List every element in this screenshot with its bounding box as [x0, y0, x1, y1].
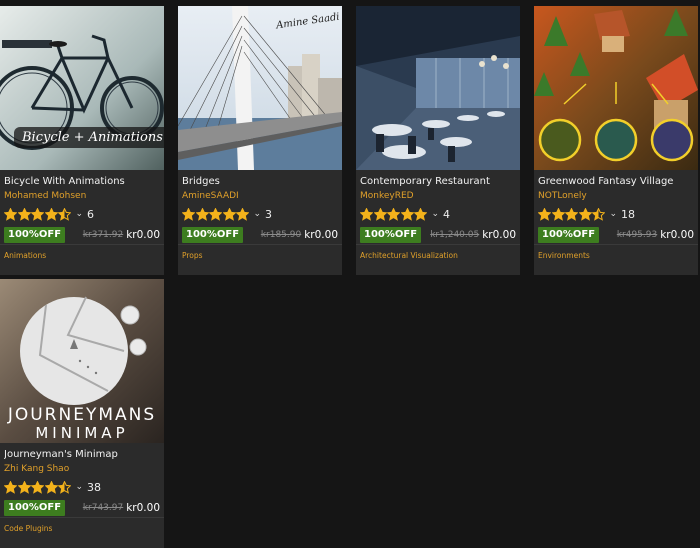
star-icon — [4, 207, 17, 221]
product-card[interactable]: Bicycle + Animations Bicycle With Animat… — [0, 6, 164, 275]
product-card[interactable]: Greenwood Fantasy Village NOTLonely ⌄ 18… — [534, 6, 698, 275]
product-title[interactable]: Greenwood Fantasy Village — [538, 176, 694, 187]
product-thumbnail[interactable]: Bicycle + Animations — [0, 6, 164, 170]
category-link[interactable]: Architectural Visualization — [360, 251, 458, 260]
product-author[interactable]: NOTLonely — [538, 191, 694, 201]
star-icon — [44, 207, 58, 221]
sale-price: kr0.00 — [126, 228, 160, 241]
product-card[interactable]: JOURNEYMANS MINIMAP Journeyman's Minimap… — [0, 279, 164, 548]
star-icon — [31, 207, 44, 221]
discount-badge: 100%OFF — [4, 499, 66, 516]
divider — [534, 244, 698, 245]
discount-badge: 100%OFF — [538, 226, 600, 243]
category-link[interactable]: Code Plugins — [4, 524, 52, 533]
star-icon — [182, 207, 195, 221]
sale-price: kr0.00 — [482, 228, 516, 241]
category-link[interactable]: Props — [182, 251, 203, 260]
discount-badge: 100%OFF — [182, 226, 244, 243]
divider — [178, 244, 342, 245]
rating[interactable]: ⌄ 4 — [360, 207, 516, 221]
star-icon — [44, 480, 58, 494]
rating-count: 3 — [265, 207, 273, 221]
rating-count: 38 — [87, 480, 102, 494]
rating-count: 4 — [443, 207, 451, 221]
product-title[interactable]: Bicycle With Animations — [4, 176, 160, 187]
original-price: kr1,240.05 — [430, 229, 480, 240]
product-thumbnail[interactable] — [356, 6, 520, 170]
star-icon — [4, 480, 17, 494]
original-price: kr495.93 — [616, 229, 658, 240]
star-icon — [592, 207, 605, 221]
star-icon — [195, 207, 209, 221]
product-author[interactable]: Mohamed Mohsen — [4, 191, 160, 201]
star-icon — [565, 207, 578, 221]
product-thumbnail[interactable]: Amine Saadi — [178, 6, 342, 170]
sale-price: kr0.00 — [660, 228, 694, 241]
product-thumbnail[interactable] — [534, 6, 698, 170]
chevron-down-icon[interactable]: ⌄ — [76, 482, 84, 492]
star-icon — [373, 207, 387, 221]
chevron-down-icon[interactable]: ⌄ — [76, 209, 84, 219]
star-icon — [236, 207, 249, 221]
divider — [0, 244, 164, 245]
chevron-down-icon[interactable]: ⌄ — [432, 209, 440, 219]
thumbnail-caption: Bicycle + Animations — [14, 127, 164, 148]
sale-price: kr0.00 — [126, 501, 160, 514]
star-icon — [58, 480, 71, 494]
product-author[interactable]: AmineSAADI — [182, 191, 338, 201]
thumbnail-title-line1: JOURNEYMANS — [7, 405, 157, 425]
star-icon — [414, 207, 427, 221]
original-price: kr185.90 — [260, 229, 302, 240]
product-card[interactable]: Amine Saadi Bridges AmineSAADI ⌄ 3 100%O… — [178, 6, 342, 275]
star-icon — [538, 207, 551, 221]
rating[interactable]: ⌄ 38 — [4, 480, 160, 494]
star-icon — [578, 207, 592, 221]
star-icon — [17, 207, 31, 221]
original-price: kr371.92 — [82, 229, 124, 240]
star-rating — [4, 480, 72, 494]
star-icon — [551, 207, 565, 221]
product-title[interactable]: Bridges — [182, 176, 338, 187]
divider — [0, 517, 164, 518]
star-icon — [222, 207, 236, 221]
star-rating — [4, 207, 72, 221]
product-title[interactable]: Journeyman's Minimap — [4, 449, 160, 460]
product-author[interactable]: Zhi Kang Shao — [4, 464, 160, 474]
rating[interactable]: ⌄ 18 — [538, 207, 694, 221]
star-rating — [182, 207, 250, 221]
discount-badge: 100%OFF — [4, 226, 66, 243]
star-icon — [400, 207, 414, 221]
divider — [356, 244, 520, 245]
original-price: kr743.97 — [82, 502, 124, 513]
discount-badge: 100%OFF — [360, 226, 422, 243]
star-icon — [209, 207, 222, 221]
star-icon — [387, 207, 400, 221]
product-title[interactable]: Contemporary Restaurant — [360, 176, 516, 187]
rating[interactable]: ⌄ 3 — [182, 207, 338, 221]
product-author[interactable]: MonkeyRED — [360, 191, 516, 201]
product-card[interactable]: Contemporary Restaurant MonkeyRED ⌄ 4 10… — [356, 6, 520, 275]
sale-price: kr0.00 — [304, 228, 338, 241]
star-rating — [538, 207, 606, 221]
star-icon — [31, 480, 44, 494]
rating-count: 6 — [87, 207, 95, 221]
product-thumbnail[interactable]: JOURNEYMANS MINIMAP — [0, 279, 164, 443]
star-icon — [17, 480, 31, 494]
chevron-down-icon[interactable]: ⌄ — [610, 209, 618, 219]
star-icon — [360, 207, 373, 221]
rating-count: 18 — [621, 207, 636, 221]
rating[interactable]: ⌄ 6 — [4, 207, 160, 221]
thumbnail-title-line2: MINIMAP — [35, 424, 129, 442]
category-link[interactable]: Animations — [4, 251, 46, 260]
chevron-down-icon[interactable]: ⌄ — [254, 209, 262, 219]
category-link[interactable]: Environments — [538, 251, 590, 260]
star-icon — [58, 207, 71, 221]
star-rating — [360, 207, 428, 221]
